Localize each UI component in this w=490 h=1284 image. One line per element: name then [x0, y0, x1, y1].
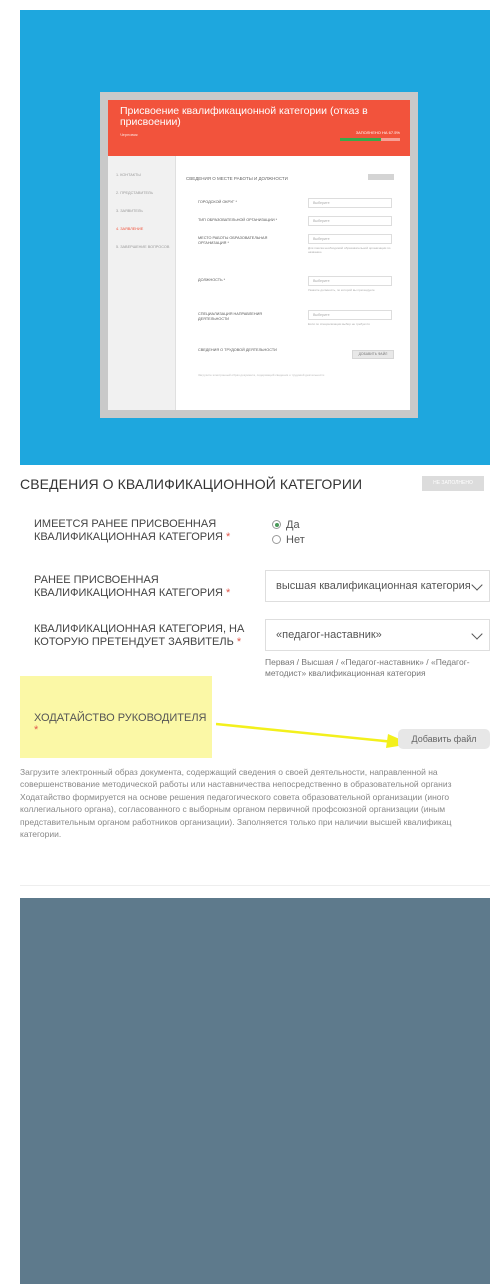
helper-line2: методист» квалификационная категория: [265, 668, 426, 678]
radio-yes[interactable]: Да: [272, 519, 300, 531]
preview-section-title: СВЕДЕНИЯ О МЕСТЕ РАБОТЫ И ДОЛЖНОСТИ: [186, 176, 288, 181]
target-category-label: КВАЛИФИКАЦИОННАЯ КАТЕГОРИЯ, НА КОТОРУЮ П…: [34, 623, 244, 649]
section-title: СВЕДЕНИЯ О КВАЛИФИКАЦИОННОЙ КАТЕГОРИИ: [20, 476, 363, 492]
preview-main: СВЕДЕНИЯ О МЕСТЕ РАБОТЫ И ДОЛЖНОСТИ ГОРО…: [186, 156, 404, 410]
description-line: совершенствование методической работы ил…: [20, 779, 452, 790]
description-line: представительным органом работников орга…: [20, 816, 452, 827]
preview-add-file-button[interactable]: ДОБАВИТЬ ФАЙЛ: [352, 350, 394, 359]
highlight-box: ХОДАТАЙСТВО РУКОВОДИТЕЛЯ *: [20, 676, 212, 758]
previous-category-select[interactable]: высшая квалификационная категория: [265, 570, 490, 602]
section-divider: [20, 885, 490, 886]
label-text: КВАЛИФИКАЦИОННАЯ КАТЕГОРИЯ: [34, 587, 223, 599]
preview-sidebar: 1. КОНТАКТЫ 2. ПРЕДСТАВИТЕЛЬ 3. ЗАЯВИТЕЛ…: [108, 156, 176, 410]
preview-row: ДОЛЖНОСТЬ * Выберите Укажите должность, …: [198, 276, 398, 302]
preview-select[interactable]: Выберите: [308, 216, 392, 226]
required-mark: *: [236, 636, 242, 648]
qualification-section: СВЕДЕНИЯ О КВАЛИФИКАЦИОННОЙ КАТЕГОРИИ НЕ…: [20, 466, 490, 886]
description-line: категории.: [20, 829, 62, 840]
preview-subtitle: Черновик: [120, 132, 138, 137]
label-text: КВАЛИФИКАЦИОННАЯ КАТЕГОРИЯ: [34, 531, 223, 543]
add-file-button[interactable]: Добавить файл: [398, 729, 490, 749]
preview-sidebar-item-active[interactable]: 4. ЗАЯВЛЕНИЕ: [108, 220, 175, 238]
preview-select[interactable]: Выберите: [308, 198, 392, 208]
petition-label: ХОДАТАЙСТВО РУКОВОДИТЕЛЯ *: [34, 712, 212, 736]
previous-category-label-line1: РАНЕЕ ПРИСВОЕННАЯ: [34, 574, 159, 586]
target-category-helper: Первая / Высшая / «Педагог-наставник» / …: [265, 657, 470, 679]
form-screenshot-preview: Присвоение квалификационной категории (о…: [100, 92, 418, 418]
preview-window: Присвоение квалификационной категории (о…: [108, 100, 410, 410]
preview-row-label: ТИП ОБРАЗОВАТЕЛЬНОЙ ОРГАНИЗАЦИИ *: [198, 218, 278, 222]
video-frame-bottom: [20, 898, 490, 1284]
chevron-down-icon[interactable]: [471, 628, 483, 640]
description-line: коллегиального органа), согласованного с…: [20, 804, 446, 815]
preview-hint: Если по специализации выбор не требуется: [308, 322, 370, 326]
preview-footer-text: Загрузите электронный образ документа, с…: [198, 373, 325, 377]
radio-unchecked-icon[interactable]: [272, 535, 281, 544]
petition-description: Загрузите электронный образ документа, с…: [20, 766, 490, 840]
preview-select[interactable]: Выберите: [308, 310, 392, 320]
preview-hint: Укажите должность, по которой вы претенд…: [308, 288, 375, 292]
helper-line1: Первая / Высшая / «Педагог-наставник» / …: [265, 657, 470, 667]
arrow-annotation-icon: [216, 722, 411, 748]
radio-yes-label: Да: [286, 519, 300, 531]
status-badge: НЕ ЗАПОЛНЕНО: [422, 476, 484, 491]
target-category-label-line2: КОТОРУЮ ПРЕТЕНДУЕТ ЗАЯВИТЕЛЬ *: [34, 636, 244, 649]
preview-progress-fill: [340, 138, 381, 141]
has-category-label-line2: КВАЛИФИКАЦИОННАЯ КАТЕГОРИЯ *: [34, 531, 230, 544]
preview-status-badge: [368, 174, 394, 180]
description-line: Ходатайство формируется на основе решени…: [20, 791, 450, 802]
chevron-down-icon[interactable]: [471, 579, 483, 591]
video-frame-top: Присвоение квалификационной категории (о…: [20, 10, 490, 465]
preview-title: Присвоение квалификационной категории (о…: [120, 105, 368, 128]
preview-row-label: СПЕЦИАЛИЗАЦИЯ НАПРАВЛЕНИЯ ДЕЯТЕЛЬНОСТИ: [198, 312, 263, 321]
previous-category-value: высшая квалификационная категория: [276, 580, 471, 592]
has-category-label-line1: ИМЕЕТСЯ РАНЕЕ ПРИСВОЕННАЯ: [34, 518, 217, 530]
has-category-label: ИМЕЕТСЯ РАНЕЕ ПРИСВОЕННАЯ КВАЛИФИКАЦИОНН…: [34, 518, 230, 544]
required-mark: *: [34, 724, 39, 736]
description-line: Загрузите электронный образ документа, с…: [20, 767, 438, 777]
radio-no-label: Нет: [286, 534, 305, 546]
previous-category-label-line2: КВАЛИФИКАЦИОННАЯ КАТЕГОРИЯ *: [34, 587, 230, 600]
required-mark: *: [226, 531, 231, 543]
label-text: КОТОРУЮ ПРЕТЕНДУЕТ ЗАЯВИТЕЛЬ: [34, 636, 234, 648]
preview-sidebar-item[interactable]: 3. ЗАЯВИТЕЛЬ: [108, 202, 175, 220]
preview-row-label: ДОЛЖНОСТЬ *: [198, 278, 226, 282]
preview-header: Присвоение квалификационной категории (о…: [108, 100, 410, 156]
target-category-select[interactable]: «педагог-наставник»: [265, 619, 490, 651]
preview-progress-bar: [340, 138, 400, 141]
preview-sidebar-item[interactable]: 5. ЗАВЕРШЕНИЕ ВОПРОСОВ: [108, 238, 175, 256]
page: Присвоение квалификационной категории (о…: [0, 0, 490, 1284]
preview-hint: Для поиска необходимой образовательной о…: [308, 246, 391, 254]
preview-row: ТИП ОБРАЗОВАТЕЛЬНОЙ ОРГАНИЗАЦИИ * Выбери…: [198, 216, 398, 230]
preview-select[interactable]: Выберите: [308, 276, 392, 286]
preview-row: ГОРОДСКОЙ ОКРУГ * Выберите: [198, 198, 398, 212]
required-mark: *: [226, 587, 231, 599]
target-category-value: «педагог-наставник»: [276, 629, 382, 641]
label-text: ХОДАТАЙСТВО РУКОВОДИТЕЛЯ: [34, 712, 207, 724]
preview-status: ЗАПОЛНЕНО НА 67.5%: [355, 130, 400, 135]
preview-row: СПЕЦИАЛИЗАЦИЯ НАПРАВЛЕНИЯ ДЕЯТЕЛЬНОСТИ В…: [198, 310, 398, 336]
preview-row: МЕСТО РАБОТЫ ОБРАЗОВАТЕЛЬНАЯ ОРГАНИЗАЦИЯ…: [198, 234, 398, 268]
preview-sidebar-item[interactable]: 1. КОНТАКТЫ: [108, 166, 175, 184]
radio-checked-icon[interactable]: [272, 520, 281, 529]
preview-sidebar-item[interactable]: 2. ПРЕДСТАВИТЕЛЬ: [108, 184, 175, 202]
preview-row-label: СВЕДЕНИЯ О ТРУДОВОЙ ДЕЯТЕЛЬНОСТИ: [198, 348, 277, 352]
preview-row-label: ГОРОДСКОЙ ОКРУГ *: [198, 200, 237, 204]
target-category-label-line1: КВАЛИФИКАЦИОННАЯ КАТЕГОРИЯ, НА: [34, 623, 245, 635]
preview-select[interactable]: Выберите: [308, 234, 392, 244]
previous-category-label: РАНЕЕ ПРИСВОЕННАЯ КВАЛИФИКАЦИОННАЯ КАТЕГ…: [34, 574, 230, 600]
preview-row-label: МЕСТО РАБОТЫ ОБРАЗОВАТЕЛЬНАЯ ОРГАНИЗАЦИЯ…: [198, 236, 268, 245]
radio-no[interactable]: Нет: [272, 534, 305, 546]
